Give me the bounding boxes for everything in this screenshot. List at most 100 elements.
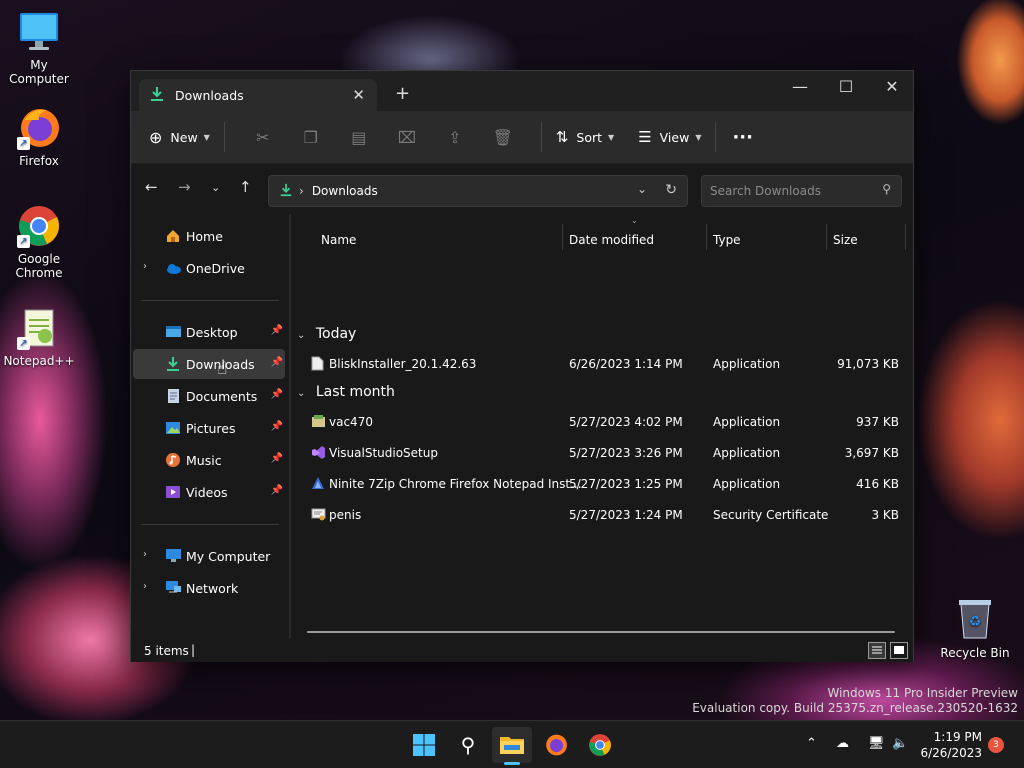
address-dropdown-icon[interactable]: ⌄ [637, 182, 647, 196]
table-row[interactable]: VisualStudioSetup 5/27/2023 3:26 PM Appl… [291, 438, 913, 469]
sidebar-item-label: Desktop [186, 325, 238, 340]
shortcut-arrow-icon: ↗ [17, 235, 30, 248]
file-name: VisualStudioSetup [329, 446, 438, 460]
column-header-date[interactable]: Date modified [569, 233, 654, 247]
refresh-icon[interactable]: ↻ [665, 182, 677, 198]
delete-icon[interactable]: 🗑 [479, 128, 527, 147]
paste-icon[interactable]: ▤ [335, 128, 383, 147]
pin-icon[interactable]: 📌 [271, 325, 283, 336]
sidebar-item-downloads[interactable]: Downloads 📌 ☝ [133, 349, 285, 379]
new-button[interactable]: ⊕ New ▼ [149, 128, 210, 147]
sidebar-item-pictures[interactable]: Pictures 📌 [133, 413, 285, 443]
address-bar[interactable]: › Downloads ⌄ ↻ [268, 175, 688, 207]
ninite-icon [311, 476, 326, 491]
pin-icon[interactable]: 📌 [271, 421, 283, 432]
shortcut-arrow-icon: ↗ [17, 137, 30, 150]
maximize-icon[interactable]: ☐ [823, 77, 869, 96]
chevron-down-icon: ⌄ [297, 330, 306, 341]
file-size: 91,073 KB [837, 357, 899, 371]
desktop-icon-label: My Computer [9, 58, 69, 86]
show-hidden-icons-chevron-icon[interactable]: ⌃ [806, 736, 817, 751]
active-app-indicator [504, 762, 520, 765]
column-header-name[interactable]: Name [321, 233, 356, 247]
table-row[interactable]: BliskInstaller_20.1.42.63 6/26/2023 1:14… [291, 349, 913, 380]
group-header-today[interactable]: ⌄ Today [297, 326, 356, 342]
notification-badge[interactable]: 3 [988, 737, 1004, 753]
onedrive-offline-icon[interactable]: ☁ [836, 736, 849, 751]
up-arrow-icon[interactable]: ↑ [239, 178, 252, 196]
chevron-right-icon[interactable]: › [143, 261, 147, 272]
file-explorer-window: Downloads ✕ + — ☐ ✕ ⊕ New ▼ ✂ ❐ ▤ ⌧ ⇪ 🗑 … [130, 70, 914, 662]
sidebar-item-label: Videos [186, 485, 228, 500]
network-icon[interactable]: 🖥 [868, 736, 885, 751]
chevron-right-icon[interactable]: › [143, 581, 147, 592]
pin-icon[interactable]: 📌 [271, 453, 283, 464]
table-row[interactable]: penis 5/27/2023 1:24 PM Security Certifi… [291, 500, 913, 531]
breadcrumb[interactable]: Downloads [312, 184, 378, 198]
column-divider[interactable] [562, 224, 563, 250]
desktop-icon-my-computer[interactable]: My Computer [0, 10, 78, 86]
chevron-down-icon: ▼ [608, 132, 615, 142]
sidebar-item-music[interactable]: Music 📌 [133, 445, 285, 475]
watermark-line: Evaluation copy. Build 25375.zn_release.… [692, 701, 1018, 715]
copy-icon[interactable]: ❐ [287, 128, 335, 147]
taskbar-chrome[interactable] [580, 727, 620, 763]
file-date: 5/27/2023 1:25 PM [569, 477, 683, 491]
pin-icon[interactable]: 📌 [271, 389, 283, 400]
group-header-last-month[interactable]: ⌄ Last month [297, 384, 395, 400]
notepadpp-icon: ↗ [17, 306, 61, 350]
forward-arrow-icon[interactable]: → [178, 178, 191, 196]
chevron-down-icon: ▼ [695, 132, 702, 142]
pin-icon[interactable]: 📌 [271, 485, 283, 496]
new-tab-icon[interactable]: + [395, 83, 410, 104]
clock[interactable]: 1:19 PM 6/26/2023 [920, 729, 982, 761]
cut-icon[interactable]: ✂ [239, 128, 287, 147]
details-view-icon[interactable] [868, 642, 886, 659]
desktop-icon-recycle-bin[interactable]: ♻ Recycle Bin [940, 596, 1010, 660]
tiles-view-icon[interactable] [890, 642, 908, 659]
chevron-right-icon[interactable]: › [143, 549, 147, 560]
sidebar-item-home[interactable]: Home [133, 221, 285, 251]
windows-logo-icon [413, 734, 435, 756]
volume-icon[interactable]: 🔈 [892, 736, 908, 751]
rename-icon[interactable]: ⌧ [383, 128, 431, 147]
column-header-type[interactable]: Type [713, 233, 741, 247]
column-header-size[interactable]: Size [833, 233, 858, 247]
table-row[interactable]: vac470 5/27/2023 4:02 PM Application 937… [291, 407, 913, 438]
share-icon[interactable]: ⇪ [431, 128, 479, 147]
sidebar-item-my-computer[interactable]: › My Computer [133, 541, 285, 571]
column-divider[interactable] [826, 224, 827, 250]
sidebar-item-network[interactable]: › Network [133, 573, 285, 603]
minimize-icon[interactable]: — [777, 77, 823, 96]
table-row[interactable]: Ninite 7Zip Chrome Firefox Notepad Inst.… [291, 469, 913, 500]
column-divider[interactable] [706, 224, 707, 250]
sidebar-item-desktop[interactable]: Desktop 📌 [133, 317, 285, 347]
more-options-button[interactable]: ··· [732, 127, 753, 148]
close-tab-icon[interactable]: ✕ [352, 86, 365, 104]
horizontal-scrollbar[interactable] [307, 631, 895, 633]
tab-downloads[interactable]: Downloads ✕ [139, 79, 377, 111]
pin-icon[interactable]: 📌 [271, 357, 283, 368]
desktop-icon-label: Notepad++ [3, 354, 75, 368]
breadcrumb-separator-icon: › [299, 184, 304, 198]
close-window-icon[interactable]: ✕ [869, 77, 915, 96]
search-button[interactable]: ⚲ [448, 727, 488, 763]
sort-button[interactable]: ⇅ Sort ▼ [556, 128, 614, 146]
start-button[interactable] [404, 727, 444, 763]
sidebar-item-videos[interactable]: Videos 📌 [133, 477, 285, 507]
taskbar-file-explorer[interactable] [492, 727, 532, 765]
sidebar-item-documents[interactable]: Documents 📌 [133, 381, 285, 411]
sort-caret-icon: ⌄ [631, 216, 638, 225]
view-button[interactable]: ☰ View ▼ [638, 128, 701, 146]
recent-chevron-icon[interactable]: ⌄ [211, 181, 220, 194]
column-divider[interactable] [905, 224, 906, 250]
sidebar-item-onedrive[interactable]: › OneDrive [133, 253, 285, 283]
desktop-icon-chrome[interactable]: ↗ Google Chrome [0, 204, 78, 280]
file-type: Application [713, 446, 781, 460]
search-input[interactable]: Search Downloads ⚲ [701, 175, 902, 207]
back-arrow-icon[interactable]: ← [145, 178, 158, 196]
desktop-icon-firefox[interactable]: ↗ Firefox [0, 106, 78, 168]
desktop-icon-notepadpp[interactable]: ↗ Notepad++ [0, 306, 78, 368]
taskbar-firefox[interactable] [536, 727, 576, 763]
svg-text:♻: ♻ [969, 614, 982, 630]
